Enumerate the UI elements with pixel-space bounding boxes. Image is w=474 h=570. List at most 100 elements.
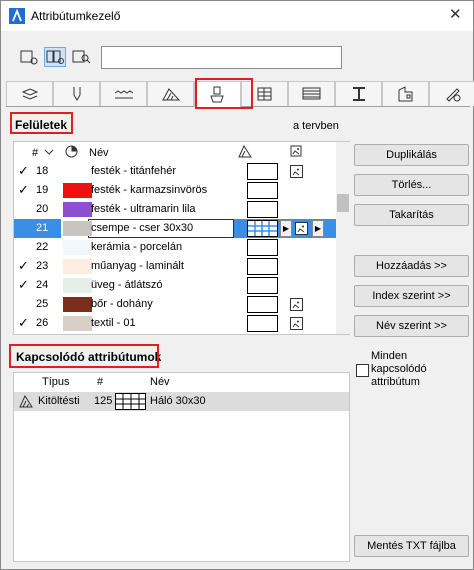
color-swatch[interactable]	[63, 259, 92, 274]
surface-name: csempe - cser 30x30	[91, 222, 194, 234]
surface-rows: ✓ 18 festék - titánfehér ✓ 19 festék - karmaz…	[14, 162, 336, 334]
surface-number: 22	[36, 241, 49, 253]
surface-name: festék - karmazsinvörös	[91, 184, 208, 196]
line-tab-icon[interactable]	[100, 81, 147, 106]
fill-tab-icon[interactable]	[147, 81, 194, 106]
sort-arrow-icon[interactable]	[44, 147, 54, 157]
surface-name: üveg - átlátszó	[91, 279, 163, 291]
surface-row[interactable]: ✓ 23 műanyag - laminált	[14, 257, 336, 276]
layers-tab-icon[interactable]	[6, 81, 53, 106]
in-project-check-icon: ✓	[18, 182, 29, 197]
color-swatch[interactable]	[63, 164, 92, 179]
scrollbar-thumb[interactable]	[337, 194, 349, 212]
surface-number: 25	[36, 298, 49, 310]
related-row[interactable]: Kitöltésti 125 Háló 30x30	[14, 392, 349, 411]
surface-name: bőr - dohány	[91, 298, 153, 310]
texture-icon[interactable]	[290, 165, 303, 178]
surfaces-list[interactable]: # Név ✓ 18 festék - titánfehér ✓ 19 festék - …	[13, 141, 350, 335]
surface-name: festék - ultramarin lila	[91, 203, 196, 215]
surface-row[interactable]: ✓ 19 festék - karmazsinvörös	[14, 181, 336, 200]
texture-icon[interactable]	[295, 222, 308, 235]
building-material-tab-icon[interactable]	[382, 81, 429, 106]
fill-pattern-swatch[interactable]	[247, 220, 278, 237]
color-swatch[interactable]	[63, 316, 92, 331]
related-type: Kitöltésti	[38, 395, 80, 407]
view-list-icon[interactable]	[18, 47, 40, 67]
related-attributes-list[interactable]: Típus # Név Kitöltésti 125 Háló 30x30	[13, 372, 350, 562]
fill-pattern-column-icon	[238, 145, 252, 158]
surface-row[interactable]: 22 kerámia - porcelán	[14, 238, 336, 257]
texture-menu-arrow-icon[interactable]: ▶	[312, 220, 324, 237]
surface-number: 23	[36, 260, 49, 272]
fill-pattern-swatch[interactable]	[247, 277, 278, 294]
surface-row[interactable]: 25 bőr - dohány	[14, 295, 336, 314]
in-project-check-icon: ✓	[18, 258, 29, 273]
color-swatch[interactable]	[63, 278, 92, 293]
color-swatch[interactable]	[63, 221, 92, 236]
all-related-checkbox[interactable]	[356, 364, 369, 377]
surface-number: 19	[36, 184, 49, 196]
color-swatch[interactable]	[63, 297, 92, 312]
surface-row[interactable]: ✓ 18 festék - titánfehér	[14, 162, 336, 181]
duplicate-button[interactable]: Duplikálás	[354, 144, 469, 166]
related-number: 125	[94, 395, 113, 407]
pen-tab-icon[interactable]	[53, 81, 100, 106]
in-project-label: a tervben	[293, 120, 339, 132]
texture-icon[interactable]	[290, 298, 303, 311]
column-tab-icon[interactable]	[335, 81, 382, 106]
related-name: Háló 30x30	[150, 395, 206, 407]
fill-pattern-swatch[interactable]	[247, 239, 278, 256]
save-txt-button[interactable]: Mentés TXT fájlba	[354, 535, 469, 557]
attribute-manager-window: Attribútumkezelő ✕ Felületek a tervben #…	[0, 0, 474, 570]
surface-row[interactable]: ✓ 24 üveg - átlátszó	[14, 276, 336, 295]
surface-row[interactable]: 21 csempe - cser 30x30 ▶ ▶	[14, 219, 336, 238]
view-search-icon[interactable]	[70, 47, 92, 67]
title-bar: Attribútumkezelő ✕	[1, 1, 473, 31]
fill-pattern-swatch[interactable]	[247, 182, 278, 199]
purge-button[interactable]: Takarítás	[354, 204, 469, 226]
surfaces-scrollbar[interactable]	[336, 142, 350, 334]
window-title: Attribútumkezelő	[31, 9, 121, 23]
surface-number: 24	[36, 279, 49, 291]
search-input[interactable]	[101, 46, 342, 69]
in-project-check-icon: ✓	[18, 163, 29, 178]
related-label-callout	[9, 344, 159, 368]
in-project-check-icon: ✓	[18, 315, 29, 330]
surface-row[interactable]: 20 festék - ultramarin lila	[14, 200, 336, 219]
column-header-number: #	[32, 147, 39, 159]
view-split-icon[interactable]	[44, 47, 66, 67]
profile-tab-icon[interactable]	[288, 81, 335, 106]
surface-name: festék - titánfehér	[91, 165, 176, 177]
column-header-type: Típus	[42, 376, 70, 388]
surfaces-label-callout	[10, 112, 73, 134]
color-swatch[interactable]	[63, 240, 92, 255]
surface-name: műanyag - laminált	[91, 260, 184, 272]
texture-icon[interactable]	[290, 317, 303, 330]
grid-pattern-icon	[248, 221, 277, 236]
in-project-check-icon: ✓	[18, 277, 29, 292]
pattern-menu-arrow-icon[interactable]: ▶	[280, 220, 292, 237]
close-icon[interactable]: ✕	[449, 5, 462, 23]
fill-pattern-swatch[interactable]	[247, 258, 278, 275]
fill-pattern-swatch[interactable]	[247, 296, 278, 313]
fill-pattern-swatch[interactable]	[247, 163, 278, 180]
fill-type-icon	[19, 395, 33, 408]
surface-tab-callout	[195, 78, 253, 109]
by-index-button[interactable]: Index szerint >>	[354, 285, 469, 307]
surface-row[interactable]: ✓ 26 textil - 01	[14, 314, 336, 333]
by-name-button[interactable]: Név szerint >>	[354, 315, 469, 337]
column-header-number: #	[97, 376, 104, 388]
all-related-label: Minden kapcsolódó attribútum	[371, 350, 427, 388]
fill-pattern-swatch[interactable]	[247, 201, 278, 218]
fill-pattern-swatch[interactable]	[247, 315, 278, 332]
delete-button[interactable]: Törlés...	[354, 174, 469, 196]
color-swatch[interactable]	[63, 202, 92, 217]
net-pattern-preview	[115, 393, 146, 410]
surface-number: 26	[36, 317, 49, 329]
surface-name: textil - 01	[91, 317, 136, 329]
surface-number: 20	[36, 203, 49, 215]
add-button[interactable]: Hozzáadás >>	[354, 255, 469, 277]
color-swatch[interactable]	[63, 183, 92, 198]
pencil-tab-icon[interactable]	[429, 81, 474, 106]
column-header-name: Név	[150, 376, 170, 388]
